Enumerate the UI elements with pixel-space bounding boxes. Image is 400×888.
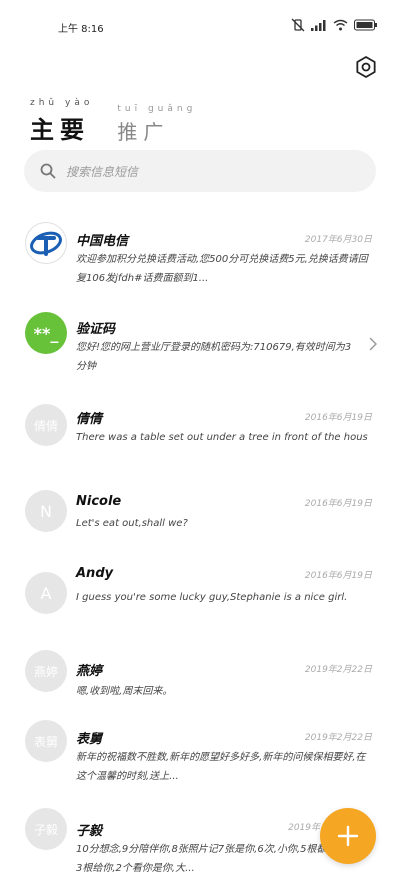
avatar: A xyxy=(25,572,67,614)
message-preview: 10分想念,9分陪伴你,8张照片记7张是你,6次,小你,5根都买3根给你,2个看… xyxy=(76,844,337,874)
avatar xyxy=(25,222,67,264)
message-date: 2016年6月19日 xyxy=(304,499,372,509)
status-time: 上午 8:16 xyxy=(58,24,104,35)
gear-icon xyxy=(356,56,376,78)
status-bar: 上午 8:16 xyxy=(0,0,400,44)
tab-promotions-label: 推广 xyxy=(117,120,170,144)
message-preview: I guess you're some lucky guy,Stephanie … xyxy=(76,592,348,603)
list-item[interactable]: 表舅 表舅 2019年2月22日 新年的祝福数不胜数,新年的愿望好多好多,新年的… xyxy=(0,710,400,806)
search-icon xyxy=(40,163,56,179)
telecom-logo-icon xyxy=(30,231,62,256)
wifi-icon xyxy=(333,19,348,31)
message-preview: 新年的祝福数不胜数,新年的愿望好多好多,新年的问候保相要好,在这个温馨的时刻,送… xyxy=(76,752,366,782)
new-message-button[interactable] xyxy=(320,808,376,864)
contact-name: 中国电信 xyxy=(76,234,129,249)
avatar: 燕婷 xyxy=(25,650,67,692)
contact-name: 燕婷 xyxy=(76,664,103,679)
avatar: 倩倩 xyxy=(25,404,67,446)
contact-name: 表舅 xyxy=(76,732,103,747)
message-date: 2019年 xyxy=(288,823,320,833)
list-item[interactable]: 中国电信 2017年6月30日 欢迎参加积分兑换话费活动,您500分可兑换话费5… xyxy=(0,206,400,292)
list-item[interactable]: **_ 验证码 您好!您的网上营业厅登录的随机密码为:710679,有效时间为3… xyxy=(0,292,400,382)
chevron-right-icon[interactable] xyxy=(368,336,378,352)
message-preview: 嗯,收到啦,周末回来。 xyxy=(76,686,173,697)
tab-promotions-pinyin: tuī guǎng xyxy=(117,104,197,114)
battery-icon xyxy=(354,19,377,31)
header-tabs: zhǔ yào 主要 tuī guǎng 推广 xyxy=(30,98,196,145)
contact-name: Nicole xyxy=(76,494,122,509)
message-date: 2019年2月22日 xyxy=(304,665,372,675)
search-input[interactable]: 搜索信息短信 xyxy=(24,150,376,192)
list-item[interactable]: 倩倩 倩倩 2016年6月19日 There was a table set o… xyxy=(0,382,400,472)
message-date: 2019年2月22日 xyxy=(304,733,372,743)
contact-name: Andy xyxy=(76,566,114,581)
plus-icon xyxy=(337,825,359,847)
message-date: 2016年6月19日 xyxy=(304,413,372,423)
settings-button[interactable] xyxy=(354,55,378,79)
tab-main-pinyin: zhǔ yào xyxy=(30,98,94,108)
list-item[interactable]: 燕婷 燕婷 2019年2月22日 嗯,收到啦,周末回来。 xyxy=(0,644,400,710)
message-preview: 您好!您的网上营业厅登录的随机密码为:710679,有效时间为3分钟 xyxy=(76,342,352,372)
search-placeholder: 搜索信息短信 xyxy=(66,164,139,179)
contact-name: 倩倩 xyxy=(76,412,103,427)
tab-main-label: 主要 xyxy=(30,115,90,144)
avatar: 表舅 xyxy=(25,720,67,762)
message-date: 2016年6月19日 xyxy=(304,571,372,581)
message-preview: There was a table set out under a tree i… xyxy=(76,432,368,443)
tab-main[interactable]: zhǔ yào 主要 xyxy=(30,98,93,145)
contact-name: 子毅 xyxy=(76,824,103,839)
signal-icon xyxy=(311,20,326,31)
avatar: **_ xyxy=(25,312,67,354)
avatar: N xyxy=(25,490,67,532)
status-icons xyxy=(291,18,378,32)
list-item[interactable]: A Andy 2016年6月19日 I guess you're some lu… xyxy=(0,556,400,644)
message-date: 2017年6月30日 xyxy=(304,235,372,245)
message-preview: 欢迎参加积分兑换话费活动,您500分可兑换话费5元,兑换话费请回复106发jfd… xyxy=(76,254,368,284)
avatar: 子毅 xyxy=(25,808,67,850)
tab-promotions[interactable]: tuī guǎng 推广 xyxy=(117,104,196,145)
mute-vibrate-icon xyxy=(291,18,305,32)
list-item[interactable]: N Nicole 2016年6月19日 Let's eat out,shall … xyxy=(0,472,400,556)
contact-name: 验证码 xyxy=(76,322,116,337)
message-preview: Let's eat out,shall we? xyxy=(76,518,188,529)
